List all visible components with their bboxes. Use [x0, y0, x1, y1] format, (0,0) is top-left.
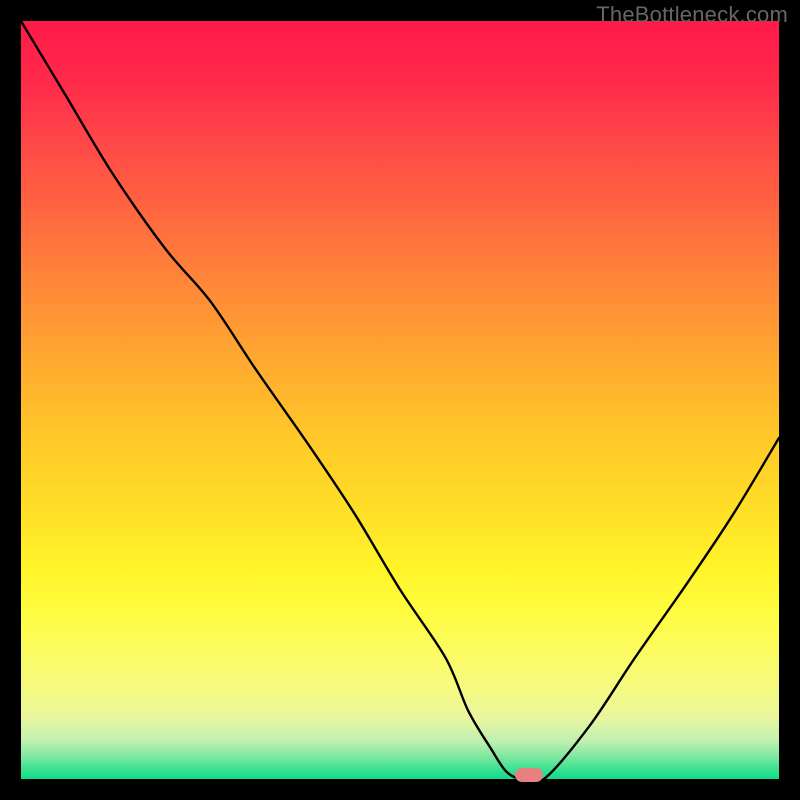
optimal-point-marker [515, 768, 543, 782]
watermark-text: TheBottleneck.com [596, 2, 788, 28]
chart-background [21, 21, 779, 779]
